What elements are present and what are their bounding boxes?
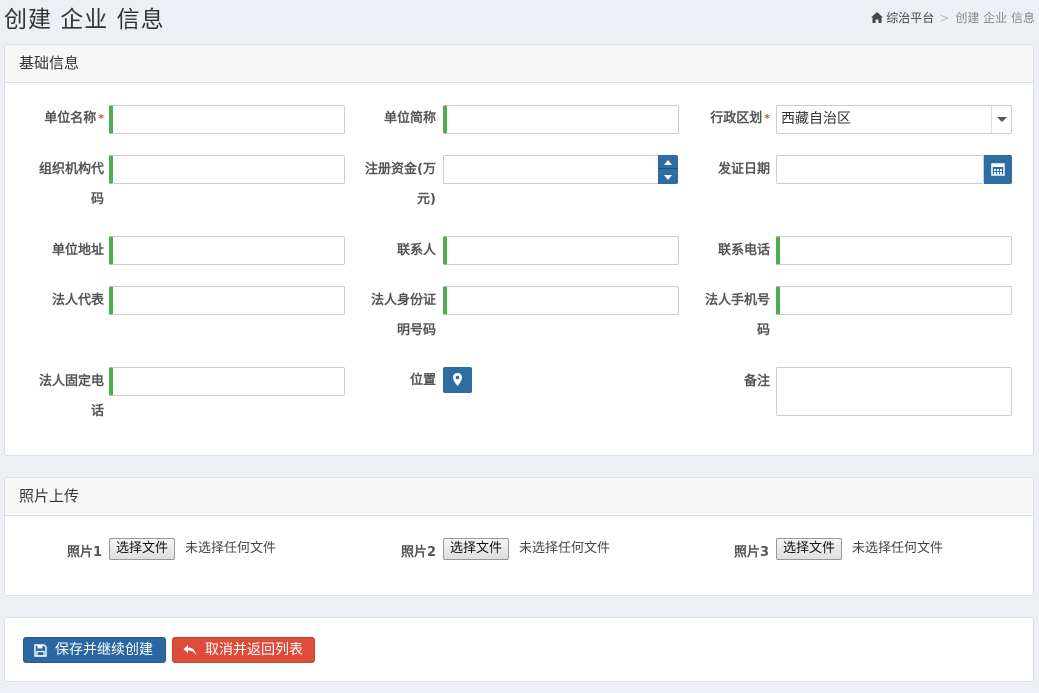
phone-input[interactable] xyxy=(776,236,1012,265)
photo1-choose-button[interactable]: 选择文件 xyxy=(109,538,176,560)
photo2-label: 照片2 xyxy=(400,545,436,560)
home-icon xyxy=(871,12,884,23)
contact-label: 联系人 xyxy=(396,243,436,258)
photo3-label: 照片3 xyxy=(733,545,769,560)
capital-label: 注册资金(万 元) xyxy=(365,162,436,207)
photo-upload-box: 照片上传 xyxy=(4,477,1034,596)
breadcrumb-current: 创建 企业 信息 xyxy=(955,11,1035,25)
photo1-file-status: 未选择任何文件 xyxy=(185,541,277,556)
notes-textarea[interactable] xyxy=(776,367,1012,416)
legal-rep-input[interactable] xyxy=(109,286,345,315)
capital-input[interactable] xyxy=(443,155,659,184)
basic-info-header: 基础信息 xyxy=(5,45,1033,83)
unit-short-label: 单位简称 xyxy=(383,111,436,126)
location-label: 位置 xyxy=(409,373,436,388)
legal-mobile-label: 法人手机号码 xyxy=(704,293,770,338)
notes-label: 备注 xyxy=(743,374,770,389)
chevron-down-icon[interactable] xyxy=(991,106,1011,133)
legal-tel-label: 法人固定电话 xyxy=(38,374,104,419)
page-title: 创建 企业 信息 xyxy=(4,7,165,33)
save-continue-button[interactable]: 保存并继续创建 xyxy=(23,637,166,663)
cancel-return-button[interactable]: 取消并返回列表 xyxy=(172,637,315,663)
calendar-icon xyxy=(991,163,1005,176)
issue-date-input[interactable] xyxy=(776,155,984,184)
unit-short-input[interactable] xyxy=(443,105,679,134)
breadcrumb-separator: > xyxy=(939,10,950,25)
region-select-value: 西藏自治区 xyxy=(781,111,851,127)
region-select[interactable]: 西藏自治区 xyxy=(776,105,1012,134)
photo2-file-status: 未选择任何文件 xyxy=(519,541,611,556)
calendar-button[interactable] xyxy=(984,155,1012,184)
photo-upload-header: 照片上传 xyxy=(5,478,1033,516)
photo3-choose-button[interactable]: 选择文件 xyxy=(776,538,843,560)
unit-name-label: 单位名称 * xyxy=(44,111,104,126)
legal-mobile-input[interactable] xyxy=(776,286,1012,315)
page-header: 创建 企业 信息 综治平台 > 创建 企业 信息 xyxy=(0,0,1039,40)
breadcrumb: 综治平台 > 创建 企业 信息 xyxy=(871,9,1035,26)
map-marker-icon xyxy=(453,373,462,386)
cancel-return-label: 取消并返回列表 xyxy=(205,642,303,658)
legal-id-label: 法人身份证 明号码 xyxy=(370,293,436,338)
address-input[interactable] xyxy=(109,236,345,265)
breadcrumb-home-link[interactable]: 综治平台 xyxy=(886,9,934,26)
required-mark: * xyxy=(764,112,770,125)
photo1-label: 照片1 xyxy=(66,545,102,560)
legal-rep-label: 法人代表 xyxy=(51,293,104,308)
photo2-choose-button[interactable]: 选择文件 xyxy=(443,538,510,560)
org-code-label: 组织机构代码 xyxy=(38,162,104,207)
contact-input[interactable] xyxy=(443,236,679,265)
org-code-input[interactable] xyxy=(109,155,345,184)
unit-name-input[interactable] xyxy=(109,105,345,134)
address-label: 单位地址 xyxy=(51,243,104,258)
phone-label: 联系电话 xyxy=(717,243,770,258)
required-mark: * xyxy=(98,112,104,125)
location-button[interactable] xyxy=(443,367,472,393)
photo3-file-status: 未选择任何文件 xyxy=(852,541,944,556)
legal-id-input[interactable] xyxy=(443,286,679,315)
region-label: 行政区划 * xyxy=(710,111,770,126)
legal-tel-input[interactable] xyxy=(109,367,345,396)
reply-icon xyxy=(183,645,196,656)
floppy-disk-icon xyxy=(34,643,47,657)
save-continue-label: 保存并继续创建 xyxy=(55,642,153,658)
issue-date-label: 发证日期 xyxy=(717,162,770,177)
